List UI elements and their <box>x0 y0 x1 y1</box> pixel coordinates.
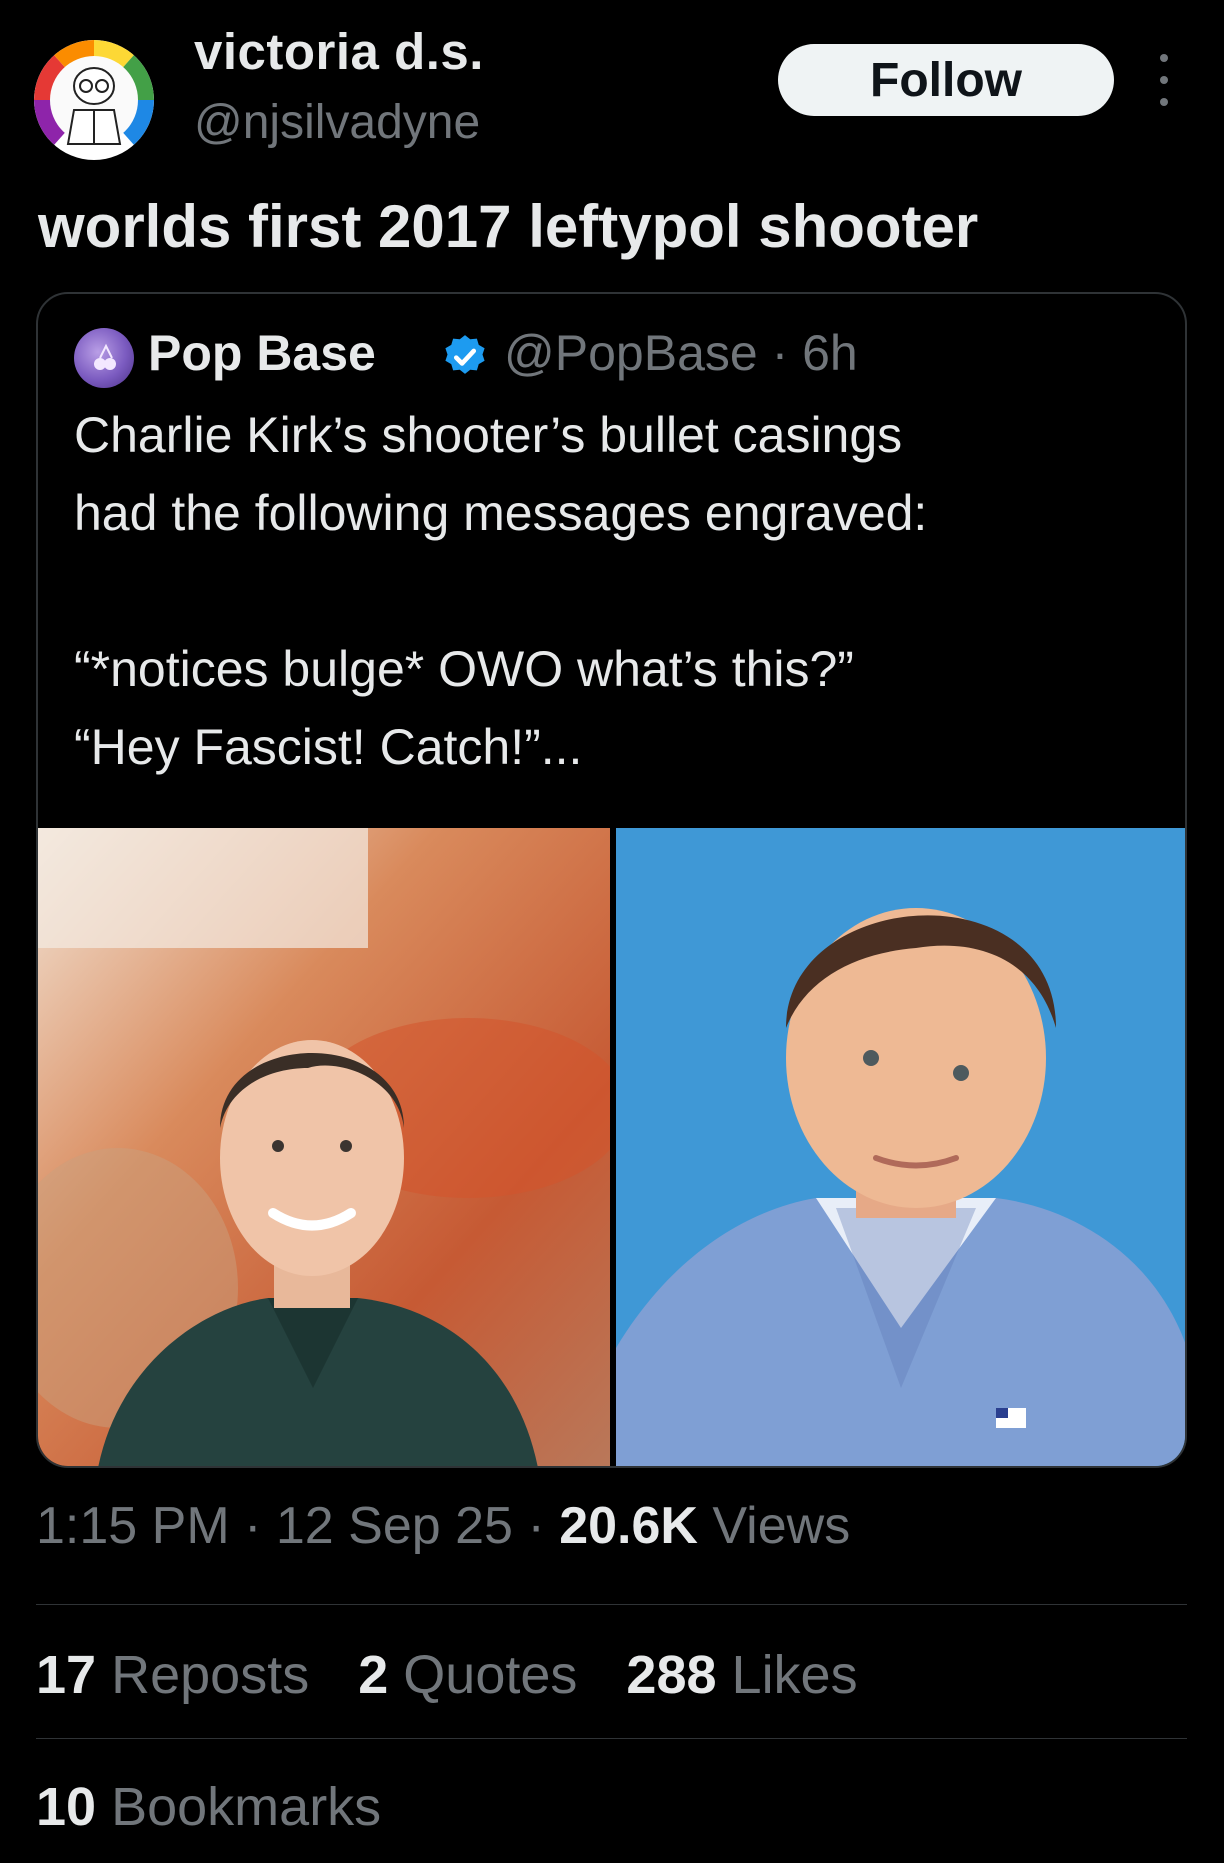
follow-button[interactable]: Follow <box>778 44 1114 116</box>
author-display-name[interactable]: victoria d.s. <box>194 22 484 81</box>
meta-separator: · <box>244 1497 276 1555</box>
quoted-line: had the following messages engraved: <box>74 485 928 541</box>
quoted-line: Charlie Kirk’s shooter’s bullet casings <box>74 407 903 463</box>
bookmarks-label: Bookmarks <box>111 1777 382 1837</box>
photo-right[interactable] <box>616 828 1185 1466</box>
meta-separator: · <box>527 1497 560 1555</box>
divider <box>36 1738 1187 1739</box>
views-count: 20.6K <box>559 1497 698 1555</box>
reposts-count: 17 <box>36 1645 97 1705</box>
author-handle[interactable]: @njsilvadyne <box>194 95 480 150</box>
pop-base-avatar[interactable] <box>74 328 134 388</box>
quoted-handle-time[interactable]: @PopBase · 6h <box>504 324 858 382</box>
verified-badge-icon <box>445 335 485 374</box>
author-avatar[interactable] <box>34 40 154 160</box>
tweet-time[interactable]: 1:15 PM <box>36 1497 230 1555</box>
bookmarks-stat[interactable]: 10 Bookmarks <box>36 1776 381 1838</box>
reposts-label: Reposts <box>111 1645 310 1705</box>
divider <box>36 1604 1187 1605</box>
bookmarks-count: 10 <box>36 1777 97 1837</box>
quoted-line: “*notices bulge* OWO what’s this?” <box>74 641 854 697</box>
tweet-date[interactable]: 12 Sep 25 <box>276 1497 513 1555</box>
views-label: Views <box>712 1497 851 1555</box>
likes-count: 288 <box>626 1645 717 1705</box>
quotes-count: 2 <box>358 1645 389 1705</box>
photo-left[interactable] <box>38 828 610 1466</box>
reposts-stat[interactable]: 17 Reposts <box>36 1644 309 1706</box>
quoted-line <box>74 552 1154 630</box>
likes-label: Likes <box>731 1645 858 1705</box>
quotes-label: Quotes <box>403 1645 578 1705</box>
quotes-stat[interactable]: 2 Quotes <box>358 1644 577 1706</box>
quoted-line: “Hey Fascist! Catch!”... <box>74 719 583 775</box>
engagement-stats: 17 Reposts 2 Quotes 288 Likes <box>36 1644 892 1706</box>
more-icon[interactable] <box>1150 54 1178 106</box>
quoted-tweet-card[interactable]: Pop Base @PopBase · 6h Charlie Kirk’s sh… <box>36 292 1187 1468</box>
quoted-tweet-text: Charlie Kirk’s shooter’s bullet casings … <box>74 396 1154 786</box>
likes-stat[interactable]: 288 Likes <box>626 1644 857 1706</box>
quoted-author-name[interactable]: Pop Base <box>148 324 376 382</box>
tweet-text: worlds first 2017 leftypol shooter <box>38 193 979 260</box>
tweet-meta: 1:15 PM · 12 Sep 25 · 20.6K Views <box>36 1496 850 1556</box>
